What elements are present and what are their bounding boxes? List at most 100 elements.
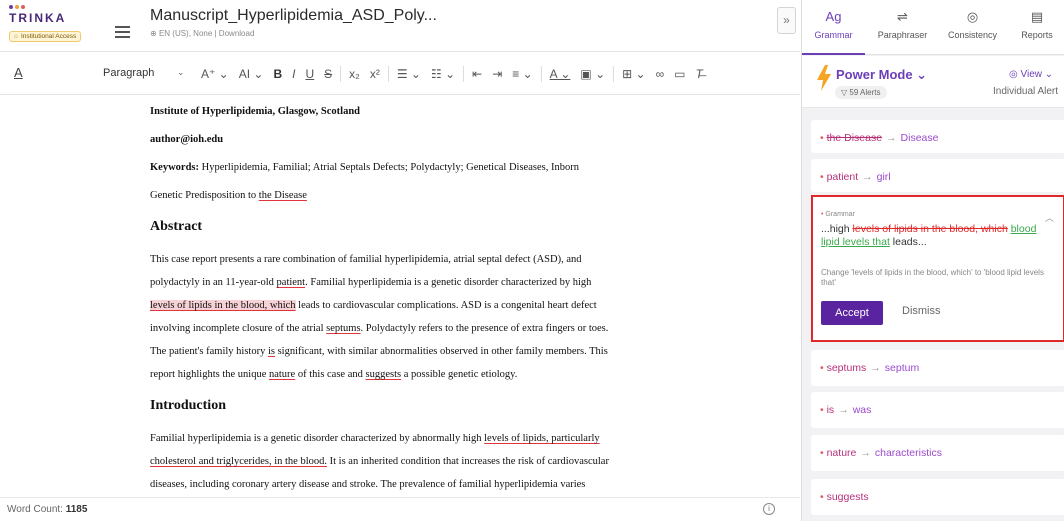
arrow-icon: →	[862, 171, 873, 183]
chevron-down-icon[interactable]: ⌄	[177, 67, 185, 78]
globe-icon: ⊕	[150, 29, 159, 38]
institution-badge-label: Institutional Access	[20, 33, 77, 40]
introduction-line: Familial hyperlipidemia is a genetic dis…	[150, 433, 600, 444]
suggestion-card[interactable]: • patient → girl	[811, 159, 1064, 192]
power-mode-dropdown[interactable]: Power Mode ⌄	[836, 67, 927, 83]
text-style-icon[interactable]: A	[14, 65, 23, 80]
toolbar-icons: A⁺ ⌄ AI ⌄ B I U S x₂ x² ☰ ⌄ ☷ ⌄ ⇤ ⇥ ≡ ⌄ …	[196, 62, 708, 86]
suggestion-text: • septums → septum	[820, 362, 920, 374]
outdent-icon[interactable]: ⇤	[467, 67, 487, 81]
suggestion-card[interactable]: • the Disease → Disease	[811, 120, 1064, 153]
flagged-text[interactable]: the Disease	[259, 190, 307, 201]
toolbar-divider	[340, 66, 342, 82]
view-dropdown[interactable]: ◎ View ⌄	[1009, 69, 1053, 80]
suggestion-text: • the Disease → Disease	[820, 132, 939, 144]
logo-dots	[9, 5, 67, 10]
numbered-list-icon[interactable]: ☷ ⌄	[426, 67, 460, 81]
toolbar-divider	[463, 66, 465, 82]
italic-icon[interactable]: I	[287, 67, 300, 81]
flagged-text[interactable]: septums	[326, 323, 360, 334]
selected-flagged-text[interactable]: levels of lipids in the blood, which	[150, 300, 296, 311]
suggestion-card[interactable]: • suggests	[811, 479, 1064, 515]
affiliation-line: Institute of Hyperlipidemia, Glasgow, Sc…	[150, 106, 361, 117]
underline-icon[interactable]: U	[300, 67, 319, 81]
abstract-line: This case report presents a rare combina…	[150, 254, 582, 265]
app-header: TRINKA ⌂ Institutional Access Manuscript…	[0, 0, 800, 52]
trinka-logo[interactable]: TRINKA ⌂ Institutional Access	[9, 5, 82, 43]
tab-paraphraser[interactable]: ⇌ Paraphraser	[871, 0, 934, 55]
suggestion-card[interactable]: • septums → septum	[811, 350, 1064, 386]
flagged-text[interactable]: nature	[269, 369, 295, 380]
arrow-icon: →	[870, 362, 881, 374]
table-icon[interactable]: ⊞ ⌄	[617, 67, 650, 81]
paraphraser-icon: ⇌	[897, 9, 908, 24]
status-bar: Word Count: 1185 i	[0, 497, 800, 521]
link-icon[interactable]: ∞	[651, 67, 670, 81]
flagged-text[interactable]: levels of lipids, particularly	[484, 433, 599, 444]
suggestion-text: • is → was	[820, 404, 872, 416]
abstract-heading: Abstract	[150, 219, 203, 234]
view-mode-label: Individual Alert	[993, 86, 1059, 97]
bold-icon[interactable]: B	[268, 67, 287, 81]
keywords-text: Hyperlipidemia, Familial; Atrial Septals…	[201, 162, 579, 173]
keywords-line: Keywords: Hyperlipidemia, Familial; Atri…	[150, 162, 579, 173]
indent-icon[interactable]: ⇥	[487, 67, 507, 81]
hamburger-menu-icon[interactable]	[115, 26, 130, 41]
arrow-icon: →	[886, 132, 897, 144]
suggestion-category: • Grammar	[821, 211, 855, 218]
collapse-panel-button[interactable]: »	[777, 7, 796, 34]
word-count: Word Count: 1185	[7, 504, 88, 515]
document-editor[interactable]: Institute of Hyperlipidemia, Glasgow, Sc…	[0, 96, 800, 496]
alerts-count[interactable]: ▽ 59 Alerts	[835, 86, 887, 99]
panel-tabs: Ag Grammar ⇌ Paraphraser ◎ Consistency ▤…	[802, 0, 1064, 55]
clear-format-icon[interactable]: T̶	[691, 67, 708, 81]
suggestion-explanation: Change 'levels of lipids in the blood, w…	[821, 268, 1044, 287]
image-icon[interactable]: ▭	[669, 67, 690, 81]
formatting-toolbar: A Paragraph ⌄ A⁺ ⌄ AI ⌄ B I U S x₂ x² ☰ …	[0, 53, 800, 95]
bullet-list-icon[interactable]: ☰ ⌄	[392, 67, 426, 81]
paragraph-style-select[interactable]: Paragraph	[103, 67, 154, 79]
text-color-icon[interactable]: A ⌄	[545, 67, 576, 81]
deleted-text: levels of lipids in the blood, which	[852, 223, 1008, 235]
tab-consistency[interactable]: ◎ Consistency	[941, 0, 1004, 55]
subscript-icon[interactable]: x₂	[344, 67, 365, 81]
flagged-text[interactable]: patient	[277, 277, 306, 288]
tab-grammar[interactable]: Ag Grammar	[802, 0, 865, 55]
suggestion-text: • patient → girl	[820, 171, 891, 183]
highlight-icon[interactable]: ▣ ⌄	[575, 67, 610, 81]
introduction-line: diseases, including coronary artery dise…	[150, 479, 586, 490]
suggestion-card[interactable]: • is → was	[811, 392, 1064, 428]
abstract-line: involving incomplete closure of the atri…	[150, 323, 609, 334]
toolbar-divider	[387, 66, 389, 82]
toolbar-divider	[613, 66, 615, 82]
suggestion-text: • suggests	[820, 491, 869, 503]
flagged-text[interactable]: suggests	[366, 369, 402, 380]
arrow-icon: →	[838, 404, 849, 416]
active-suggestion-card[interactable]: • Grammar ︿ ...high levels of lipids in …	[811, 195, 1064, 342]
font-size-icon[interactable]: A⁺ ⌄	[196, 67, 234, 81]
flagged-text[interactable]: is	[268, 346, 275, 357]
institution-badge: ⌂ Institutional Access	[9, 31, 82, 42]
abstract-line: The patient's family history is signific…	[150, 346, 608, 357]
email-line: author@ioh.edu	[150, 134, 224, 145]
document-meta[interactable]: ⊕ EN (US), None | Download	[150, 29, 254, 38]
dismiss-button[interactable]: Dismiss	[902, 305, 941, 317]
arrow-icon: →	[860, 447, 871, 459]
accept-button[interactable]: Accept	[821, 301, 883, 325]
font-case-icon[interactable]: AI ⌄	[234, 67, 269, 81]
logo-text: TRINKA	[9, 11, 67, 25]
abstract-line: report highlights the unique nature of t…	[150, 369, 518, 380]
suggestion-preview: ...high levels of lipids in the blood, w…	[821, 223, 1037, 248]
strikethrough-icon[interactable]: S	[319, 67, 337, 81]
abstract-line: polydactyly in an 11-year-old patient. F…	[150, 277, 592, 288]
align-icon[interactable]: ≡ ⌄	[507, 67, 537, 81]
suggestion-card[interactable]: • nature → characteristics	[811, 435, 1064, 471]
suggestions-panel: Ag Grammar ⇌ Paraphraser ◎ Consistency ▤…	[801, 0, 1064, 521]
document-title[interactable]: Manuscript_Hyperlipidemia_ASD_Poly...	[150, 7, 437, 25]
tab-reports[interactable]: ▤ Reports	[1009, 0, 1064, 55]
flagged-text[interactable]: cholesterol and triglycerides, in the bl…	[150, 456, 327, 467]
superscript-icon[interactable]: x²	[365, 67, 385, 81]
info-icon[interactable]: i	[763, 503, 775, 515]
introduction-heading: Introduction	[150, 398, 226, 413]
reports-icon: ▤	[1030, 9, 1044, 24]
